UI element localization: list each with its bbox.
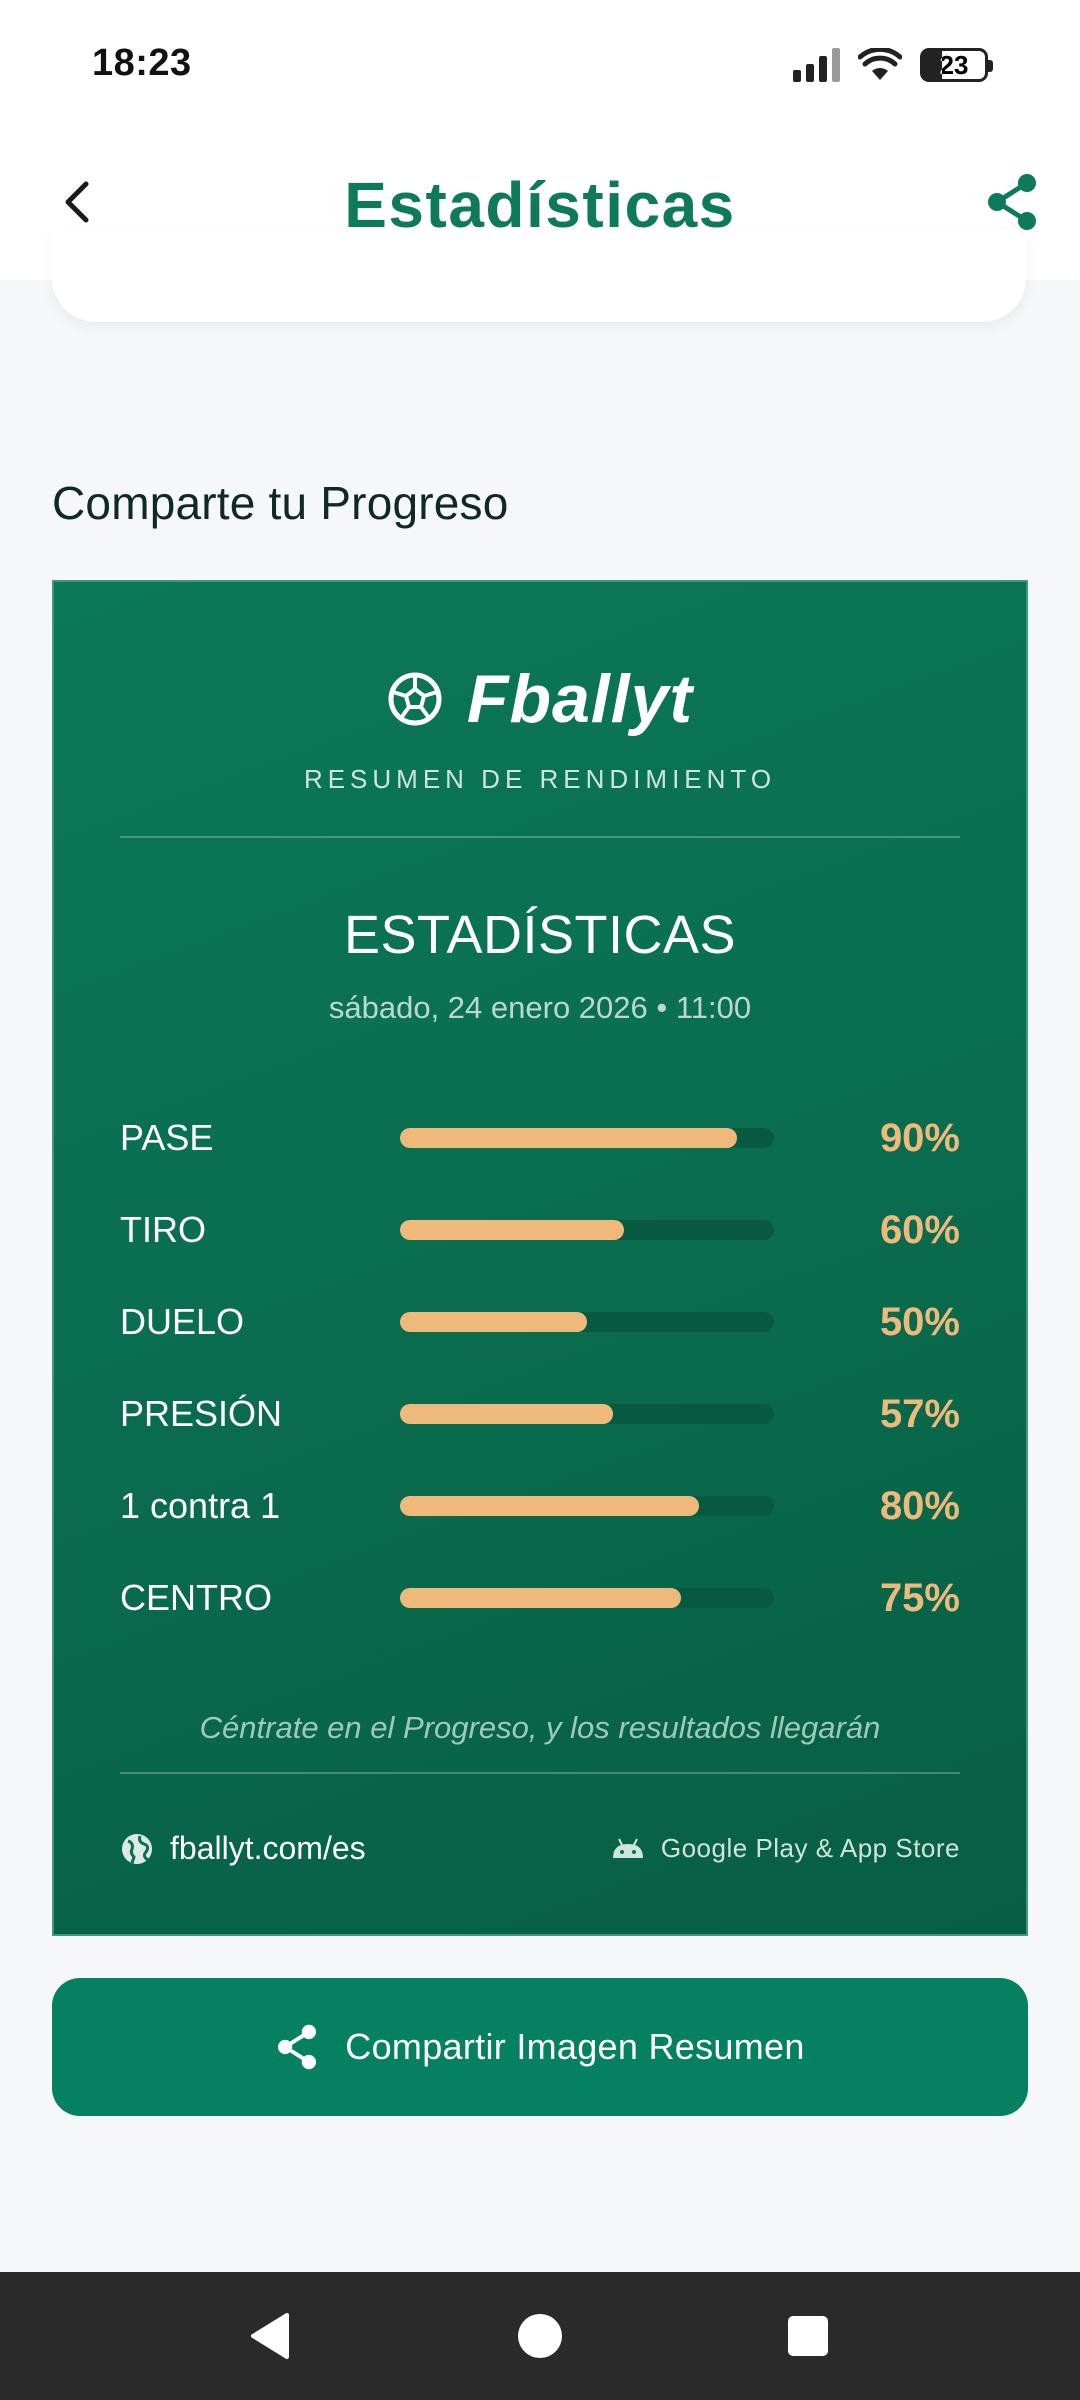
stat-value: 60% [879, 1207, 960, 1252]
divider-bottom [120, 1772, 960, 1774]
status-icons: 23 [793, 48, 993, 82]
section-title: Comparte tu Progreso [52, 477, 509, 529]
nav-recents-button[interactable] [780, 2308, 836, 2364]
wifi-icon [858, 48, 902, 80]
card-subtitle: RESUMEN DE RENDIMIENTO [303, 764, 777, 794]
stat-row: DUELO 50% [120, 1276, 960, 1368]
triangle-back-icon [251, 2313, 289, 2359]
stat-row: PRESIÓN 57% [120, 1368, 960, 1460]
stat-progress-fill [400, 1404, 614, 1424]
battery-level: 23 [939, 49, 969, 80]
battery-icon: 23 [920, 48, 993, 82]
store-availability: Google Play & App Store [660, 1833, 960, 1863]
stat-value: 80% [879, 1483, 960, 1528]
share-header-button[interactable] [980, 170, 1044, 234]
stat-label: 1 contra 1 [120, 1485, 281, 1526]
stat-row: TIRO 60% [120, 1184, 960, 1276]
stat-progress-track [400, 1496, 774, 1516]
circle-home-icon [518, 2314, 562, 2358]
nav-home-button[interactable] [512, 2308, 568, 2364]
brand-name: Fballyt [466, 661, 694, 737]
stat-progress-fill [400, 1588, 681, 1608]
android-icon [612, 1838, 643, 1858]
stat-label: CENTRO [120, 1577, 272, 1618]
stat-progress-fill [400, 1220, 625, 1240]
stat-progress-track [400, 1588, 774, 1608]
motivational-quote: Céntrate en el Progreso, y los resultado… [199, 1710, 881, 1745]
stat-progress-fill [400, 1312, 587, 1332]
store-info: Google Play & App Store [611, 1833, 960, 1864]
share-button-label: Compartir Imagen Resumen [345, 2026, 805, 2067]
card-date: sábado, 24 enero 2026 • 11:00 [328, 990, 752, 1025]
status-time: 18:23 [92, 42, 192, 84]
globe-icon [122, 1833, 152, 1864]
stat-label: PASE [120, 1117, 214, 1158]
stat-progress-track [400, 1312, 774, 1332]
stat-value: 50% [879, 1299, 960, 1344]
system-nav-bar [0, 2272, 1080, 2400]
status-bar: 18:23 23 [0, 0, 1080, 132]
stat-row: PASE 90% [120, 1092, 960, 1184]
nav-back-button[interactable] [242, 2308, 298, 2364]
stat-progress-track [400, 1128, 774, 1148]
stat-value: 90% [879, 1115, 960, 1160]
previous-card-bottom [52, 230, 1026, 322]
stats-list: PASE 90% TIRO 60% DUELO 50% PRESIÓN 57% 1 contra… [120, 1092, 960, 1644]
stat-value: 57% [879, 1391, 960, 1436]
stat-label: DUELO [120, 1301, 245, 1342]
brand-logo: Fballyt [54, 660, 1026, 738]
stat-value: 75% [879, 1575, 960, 1620]
website-info: fballyt.com/es [120, 1830, 366, 1867]
stat-row: CENTRO 75% [120, 1552, 960, 1644]
card-footer: fballyt.com/es Google Play & App Store [120, 1830, 960, 1867]
signal-icon [793, 48, 840, 82]
card-heading: ESTADÍSTICAS [343, 905, 737, 965]
stat-progress-track [400, 1404, 774, 1424]
stat-progress-fill [400, 1496, 700, 1516]
stat-row: 1 contra 1 80% [120, 1460, 960, 1552]
stat-progress-fill [400, 1128, 737, 1148]
website-url: fballyt.com/es [170, 1830, 366, 1866]
summary-card: Fballyt RESUMEN DE RENDIMIENTO ESTADÍSTI… [52, 580, 1028, 1936]
square-recents-icon [788, 2316, 828, 2356]
stat-progress-track [400, 1220, 774, 1240]
stat-label: TIRO [120, 1209, 206, 1250]
stat-label: PRESIÓN [120, 1393, 283, 1434]
share-icon [988, 174, 1036, 230]
divider-top [120, 836, 960, 838]
soccer-ball-icon [388, 672, 442, 726]
share-icon [278, 2024, 317, 2070]
share-summary-button[interactable]: Compartir Imagen Resumen [52, 1978, 1028, 2116]
